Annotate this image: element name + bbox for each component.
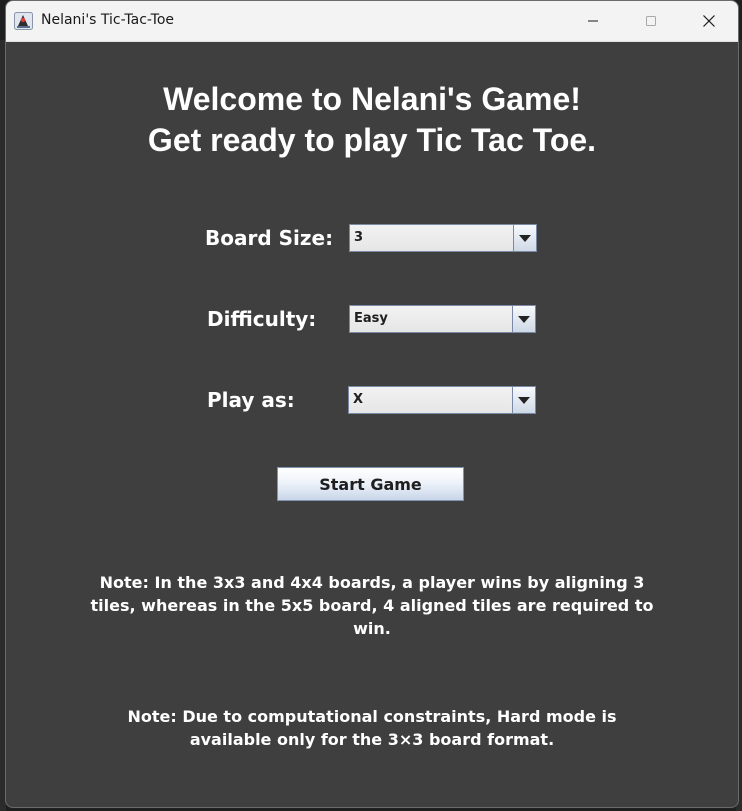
minimize-button[interactable] <box>564 1 622 41</box>
board-size-select[interactable]: 3 <box>349 224 537 252</box>
difficulty-value: Easy <box>354 311 388 326</box>
close-button[interactable] <box>680 1 738 41</box>
start-game-button[interactable]: Start Game <box>277 467 464 501</box>
play-as-select[interactable]: X <box>348 386 536 414</box>
maximize-icon <box>645 15 657 27</box>
title-bar[interactable]: Nelani's Tic-Tac-Toe <box>6 1 738 42</box>
window-title: Nelani's Tic-Tac-Toe <box>41 12 175 28</box>
chevron-down-icon[interactable] <box>513 225 536 251</box>
board-size-value: 3 <box>354 230 364 245</box>
rules-note: Note: In the 3x3 and 4x4 boards, a playe… <box>90 573 654 638</box>
hard-mode-note: Note: Due to computational constraints, … <box>127 707 617 749</box>
close-icon <box>702 14 716 28</box>
subtitle-heading: Get ready to play Tic Tac Toe. <box>147 122 597 158</box>
board-size-label: Board Size: <box>205 226 334 250</box>
app-window: Nelani's Tic-Tac-Toe Welcome to Nelani's… <box>5 0 739 808</box>
maximize-button[interactable] <box>622 1 680 41</box>
difficulty-select[interactable]: Easy <box>349 305 536 333</box>
play-as-value: X <box>353 392 364 407</box>
minimize-icon <box>587 15 599 27</box>
chevron-down-icon[interactable] <box>512 306 535 332</box>
chevron-down-icon[interactable] <box>512 387 535 413</box>
difficulty-label: Difficulty: <box>207 307 317 331</box>
welcome-heading: Welcome to Nelani's Game! <box>163 81 581 117</box>
java-duke-icon <box>14 12 33 30</box>
play-as-label: Play as: <box>207 388 295 412</box>
